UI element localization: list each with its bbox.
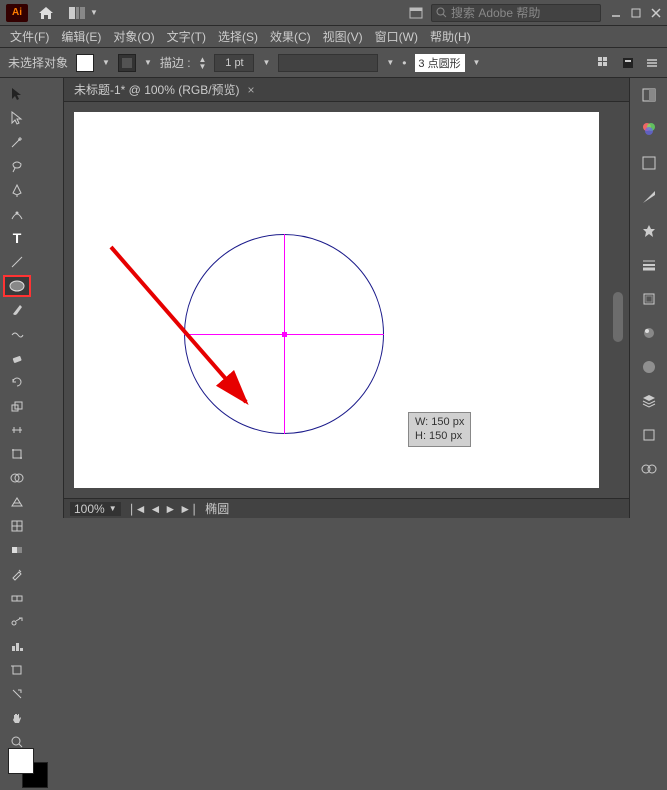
maximize-icon[interactable] [631, 8, 641, 18]
eraser-tool[interactable] [3, 347, 31, 369]
panel-grid-icon[interactable] [597, 56, 611, 70]
appearance-panel-icon[interactable] [638, 322, 660, 344]
search-icon [436, 7, 447, 18]
center-anchor [282, 332, 287, 337]
scrollbar-thumb[interactable] [613, 292, 623, 342]
magic-wand-tool[interactable] [3, 131, 31, 153]
menu-object[interactable]: 对象(O) [107, 28, 160, 45]
type-tool[interactable]: T [3, 227, 31, 249]
layout-dropdown[interactable]: ▼ [68, 6, 98, 20]
dimension-width: W: 150 px [415, 415, 464, 429]
artboard-first-icon[interactable]: ∣◄ [129, 502, 147, 516]
selection-tool[interactable] [3, 83, 31, 105]
minimize-icon[interactable] [611, 8, 621, 18]
search-input[interactable]: 搜索 Adobe 帮助 [431, 4, 601, 22]
layers-panel-icon[interactable] [638, 390, 660, 412]
selection-status: 未选择对象 [8, 54, 68, 71]
dimension-height: H: 150 px [415, 429, 464, 443]
line-tool[interactable] [3, 251, 31, 273]
stroke-stepper-up[interactable]: ▲▼ [199, 56, 207, 70]
artboard-prev-icon[interactable]: ◄ [150, 502, 162, 516]
brush-label: 3 点圆形 [418, 55, 460, 71]
brushes-panel-icon[interactable] [638, 186, 660, 208]
chevron-down-icon[interactable]: ▼ [262, 58, 270, 67]
lasso-tool[interactable] [3, 155, 31, 177]
hand-tool[interactable] [3, 707, 31, 729]
brush-preview[interactable]: 3 点圆形 [415, 54, 465, 72]
artboard-last-icon[interactable]: ►∣ [179, 502, 197, 516]
direct-selection-tool[interactable] [3, 107, 31, 129]
foreground-color[interactable] [8, 748, 34, 774]
artboard-tool[interactable] [3, 659, 31, 681]
chevron-down-icon: ▼ [109, 504, 117, 513]
width-tool[interactable] [3, 419, 31, 441]
menu-help[interactable]: 帮助(H) [424, 28, 477, 45]
panel-menu-icon[interactable] [645, 56, 659, 70]
shape-builder-tool[interactable] [3, 467, 31, 489]
canvas[interactable]: W: 150 px H: 150 px [74, 112, 599, 488]
mesh-tool[interactable] [3, 515, 31, 537]
color-panel-icon[interactable] [638, 118, 660, 140]
scale-tool[interactable] [3, 395, 31, 417]
menu-effect[interactable]: 效果(C) [264, 28, 317, 45]
variable-width-profile[interactable] [278, 54, 378, 72]
vertical-scrollbar[interactable] [611, 112, 625, 468]
status-tool: 椭圆 [205, 500, 229, 517]
blend-tool[interactable] [3, 587, 31, 609]
zoom-dropdown[interactable]: 100% ▼ [70, 502, 121, 516]
transparency-panel-icon[interactable] [638, 356, 660, 378]
menu-edit[interactable]: 编辑(E) [55, 28, 107, 45]
stroke-label: 描边 : [160, 54, 191, 71]
stroke-weight-input[interactable] [214, 54, 254, 72]
library-panel-icon[interactable] [638, 458, 660, 480]
chevron-down-icon[interactable]: ▼ [144, 58, 152, 67]
properties-panel-icon[interactable] [638, 84, 660, 106]
fill-swatch[interactable] [76, 54, 94, 72]
menu-view[interactable]: 视图(V) [317, 28, 369, 45]
toolbox: T [0, 78, 64, 518]
curvature-tool[interactable] [3, 203, 31, 225]
free-transform-tool[interactable] [3, 443, 31, 465]
app-logo: Ai [6, 4, 28, 22]
cloud-doc-icon[interactable] [409, 6, 423, 20]
search-placeholder: 搜索 Adobe 帮助 [451, 4, 540, 21]
panel-align-icon[interactable] [621, 56, 635, 70]
transform-panel-icon[interactable] [638, 288, 660, 310]
gradient-tool[interactable] [3, 539, 31, 561]
stroke-panel-icon[interactable] [638, 254, 660, 276]
column-graph-tool[interactable] [3, 635, 31, 657]
chevron-down-icon[interactable]: ▼ [102, 58, 110, 67]
symbols-panel-icon[interactable] [638, 220, 660, 242]
slice-tool[interactable] [3, 683, 31, 705]
swatches-panel-icon[interactable] [638, 152, 660, 174]
paintbrush-tool[interactable] [3, 299, 31, 321]
home-icon[interactable] [38, 6, 54, 20]
shaper-tool[interactable] [3, 323, 31, 345]
perspective-tool[interactable] [3, 491, 31, 513]
artboard-next-icon[interactable]: ► [164, 502, 176, 516]
stroke-swatch[interactable] [118, 54, 136, 72]
ellipse-tool[interactable] [3, 275, 31, 297]
chevron-down-icon: ▼ [90, 8, 98, 17]
document-tab-title[interactable]: 未标题-1* @ 100% (RGB/预览) [74, 81, 240, 98]
rotate-tool[interactable] [3, 371, 31, 393]
menu-select[interactable]: 选择(S) [212, 28, 264, 45]
chevron-down-icon[interactable]: ▼ [386, 58, 394, 67]
menu-file[interactable]: 文件(F) [4, 28, 55, 45]
menu-type[interactable]: 文字(T) [161, 28, 212, 45]
pen-tool[interactable] [3, 179, 31, 201]
zoom-value: 100% [74, 502, 105, 516]
symbol-sprayer-tool[interactable] [3, 611, 31, 633]
right-panel-dock [629, 78, 667, 518]
close-icon[interactable] [651, 8, 661, 18]
dimension-tooltip: W: 150 px H: 150 px [408, 412, 471, 447]
menu-window[interactable]: 窗口(W) [369, 28, 424, 45]
eyedropper-tool[interactable] [3, 563, 31, 585]
close-tab-icon[interactable]: × [248, 83, 255, 97]
menu-bar: 文件(F) 编辑(E) 对象(O) 文字(T) 选择(S) 效果(C) 视图(V… [0, 26, 667, 48]
chevron-down-icon[interactable]: ▼ [473, 58, 481, 67]
asset-export-panel-icon[interactable] [638, 424, 660, 446]
